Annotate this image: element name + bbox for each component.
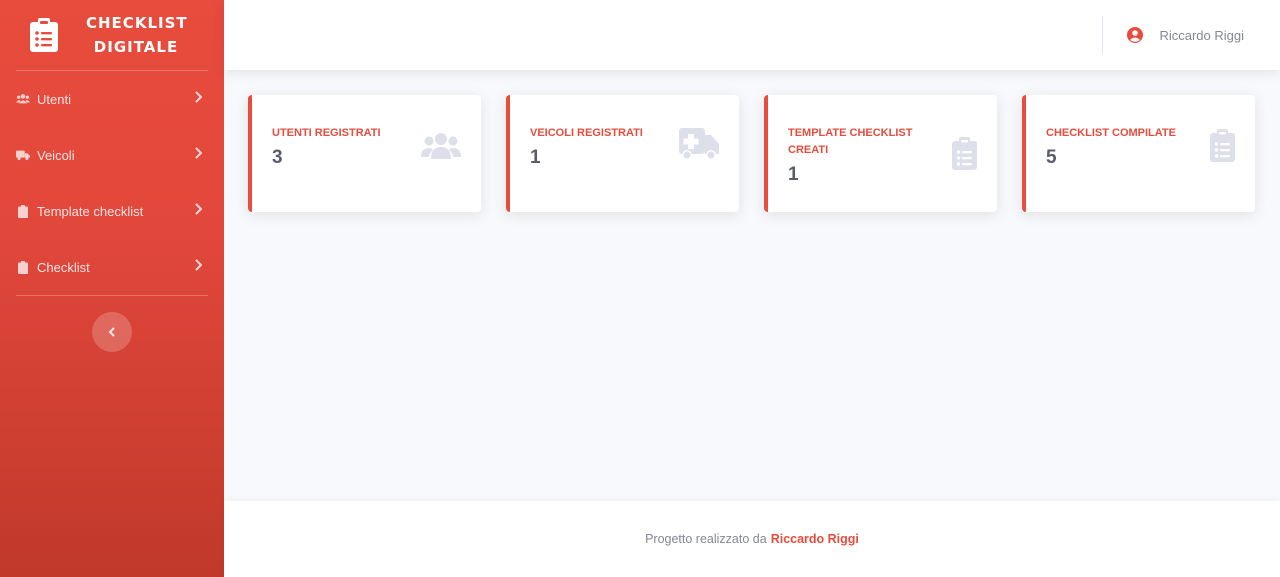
chevron-left-icon — [108, 327, 115, 337]
clipboard-list-icon — [1210, 129, 1235, 162]
brand-title: CHECKLIST DIGITALE — [86, 11, 188, 59]
brand-link[interactable]: CHECKLIST DIGITALE — [0, 0, 224, 70]
sidebar-item-utenti[interactable]: Utenti — [0, 71, 224, 127]
ambulance-icon — [679, 128, 719, 160]
clipboard-icon — [16, 260, 30, 274]
chevron-right-icon — [195, 259, 202, 271]
sidebar-item-veicoli[interactable]: Veicoli — [0, 127, 224, 183]
users-icon — [16, 92, 30, 106]
sidebar-divider — [16, 295, 208, 296]
users-icon — [421, 133, 461, 159]
card-title: TEMPLATE CHECKLIST CREATI — [788, 127, 913, 156]
stat-card-template-checklist: TEMPLATE CHECKLIST CREATI 1 — [764, 95, 997, 212]
user-dropdown[interactable]: Riccardo Riggi — [1127, 0, 1244, 70]
sidebar-item-label: Template checklist — [37, 203, 144, 219]
footer: Progetto realizzato da Riccardo Riggi — [224, 501, 1280, 577]
stat-card-utenti: UTENTI REGISTRATI 3 — [248, 95, 481, 212]
topbar-divider — [1102, 16, 1103, 54]
card-title: VEICOLI REGISTRATI — [530, 127, 643, 139]
sidebar: CHECKLIST DIGITALE Utenti Veicoli Templa… — [0, 0, 224, 577]
card-value: 1 — [788, 164, 799, 185]
clipboard-list-icon — [952, 137, 977, 170]
chevron-right-icon — [195, 147, 202, 159]
truck-icon — [16, 148, 30, 162]
topbar: Riccardo Riggi — [224, 0, 1280, 70]
footer-text: Progetto realizzato da — [645, 532, 767, 546]
footer-author: Riccardo Riggi — [770, 532, 859, 546]
brand-line-2: DIGITALE — [93, 38, 179, 56]
clipboard-list-icon — [30, 18, 58, 52]
stat-card-veicoli: VEICOLI REGISTRATI 1 — [506, 95, 739, 212]
sidebar-item-label: Utenti — [37, 91, 71, 107]
card-title: UTENTI REGISTRATI — [272, 127, 381, 139]
brand-line-1: CHECKLIST — [86, 14, 188, 32]
chevron-right-icon — [195, 91, 202, 103]
clipboard-icon — [16, 204, 30, 218]
card-value: 5 — [1046, 147, 1057, 168]
card-value: 3 — [272, 147, 283, 168]
chevron-right-icon — [195, 203, 202, 215]
sidebar-item-template-checklist[interactable]: Template checklist — [0, 183, 224, 239]
sidebar-item-label: Veicoli — [37, 147, 75, 163]
stat-card-checklist-compilate: CHECKLIST COMPILATE 5 — [1022, 95, 1255, 212]
sidebar-item-label: Checklist — [37, 259, 90, 275]
card-value: 1 — [530, 147, 541, 168]
sidebar-toggle-button[interactable] — [92, 312, 132, 352]
card-title: CHECKLIST COMPILATE — [1046, 127, 1176, 139]
sidebar-item-checklist[interactable]: Checklist — [0, 239, 224, 295]
user-circle-icon — [1127, 27, 1144, 43]
user-name: Riccardo Riggi — [1159, 27, 1244, 43]
